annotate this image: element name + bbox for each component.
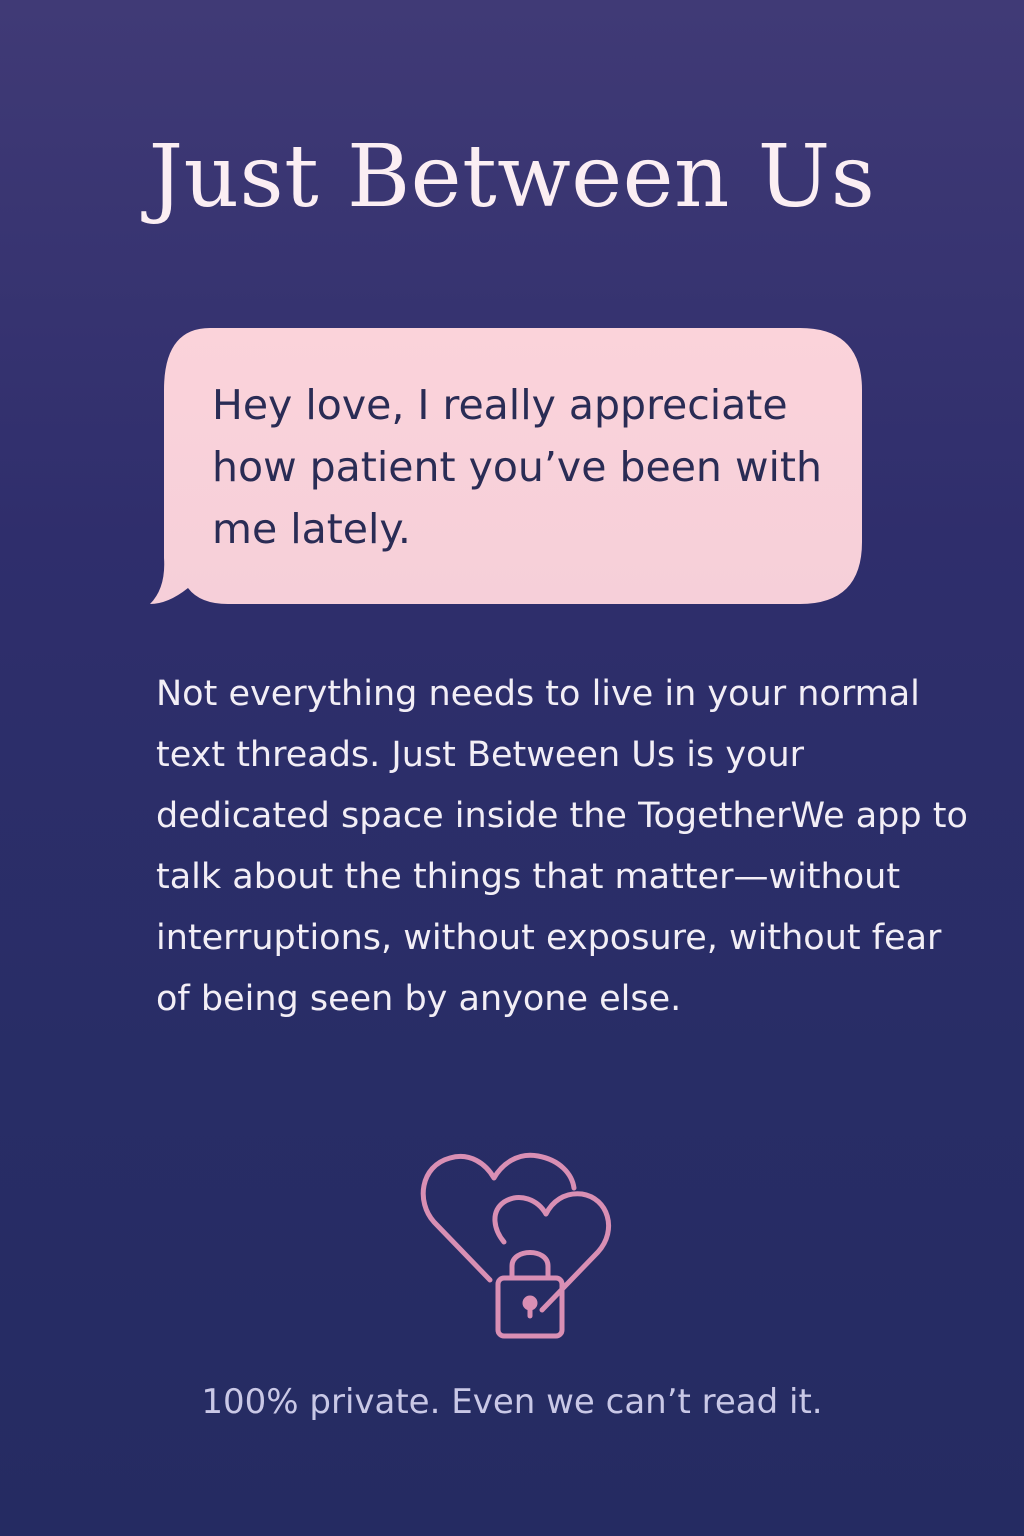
heart-small-icon <box>492 1191 611 1313</box>
promo-page: Just Between Us Hey love, I really appre… <box>0 0 1024 1536</box>
message-bubble-text: Hey love, I really appreciate how patien… <box>212 381 822 553</box>
page-title: Just Between Us <box>148 127 876 227</box>
hearts-lock-icon <box>412 1142 648 1348</box>
privacy-footer: 100% private. Even we can’t read it. <box>201 1382 823 1422</box>
message-bubble: Hey love, I really appreciate how patien… <box>148 326 864 608</box>
lock-shackle-icon <box>509 1250 551 1281</box>
heart-large-icon <box>420 1152 577 1283</box>
description-text: Not everything needs to live in your nor… <box>156 674 968 1019</box>
